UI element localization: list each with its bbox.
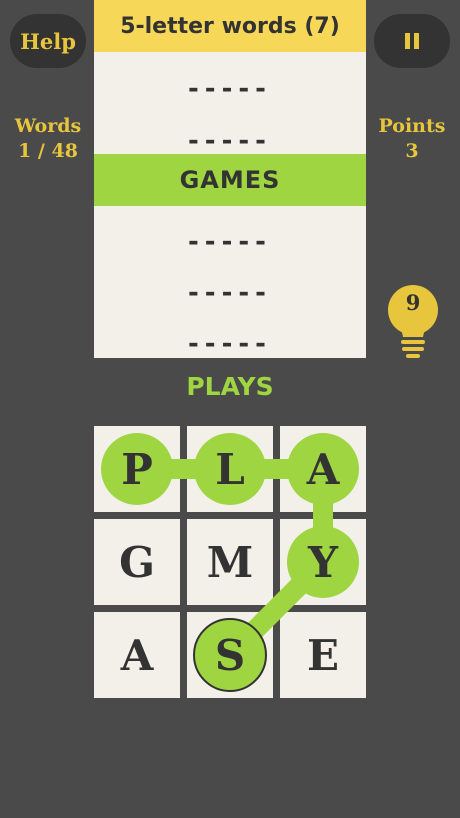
grid-letter: E bbox=[306, 630, 339, 680]
word-list-title: 5-letter words (7) bbox=[94, 0, 366, 52]
grid-letter: P bbox=[121, 444, 153, 494]
pause-icon bbox=[405, 33, 419, 49]
grid-letter: M bbox=[206, 537, 254, 587]
grid-letter: Y bbox=[308, 537, 338, 587]
grid-letter: A bbox=[120, 630, 154, 680]
grid-letter: A bbox=[306, 444, 340, 494]
grid-letter: G bbox=[119, 537, 155, 587]
current-word: PLAYS bbox=[186, 372, 274, 401]
hint-count: 9 bbox=[405, 290, 421, 315]
words-label: Words bbox=[14, 115, 82, 137]
words-stat: Words 1 / 48 bbox=[0, 114, 96, 164]
word-slot: GAMES bbox=[94, 154, 366, 206]
grid-letter: L bbox=[215, 444, 245, 494]
word-list-panel: 5-letter words (7) ----- ----- GAMES ---… bbox=[94, 0, 366, 358]
pause-button[interactable] bbox=[374, 14, 450, 68]
words-value: 1 / 48 bbox=[18, 140, 78, 162]
word-slot: ----- bbox=[188, 278, 272, 308]
points-value: 3 bbox=[405, 140, 419, 162]
letter-grid: P L A G M Y A S E bbox=[94, 426, 366, 698]
help-button[interactable]: Help bbox=[10, 14, 86, 68]
points-stat: Points 3 bbox=[364, 114, 460, 164]
word-slot: ----- bbox=[188, 227, 272, 257]
grid-letter: S bbox=[214, 630, 246, 680]
help-button-label: Help bbox=[20, 28, 76, 54]
points-label: Points bbox=[378, 115, 446, 137]
word-slot: ----- bbox=[188, 329, 272, 358]
word-slot: ----- bbox=[188, 74, 272, 104]
